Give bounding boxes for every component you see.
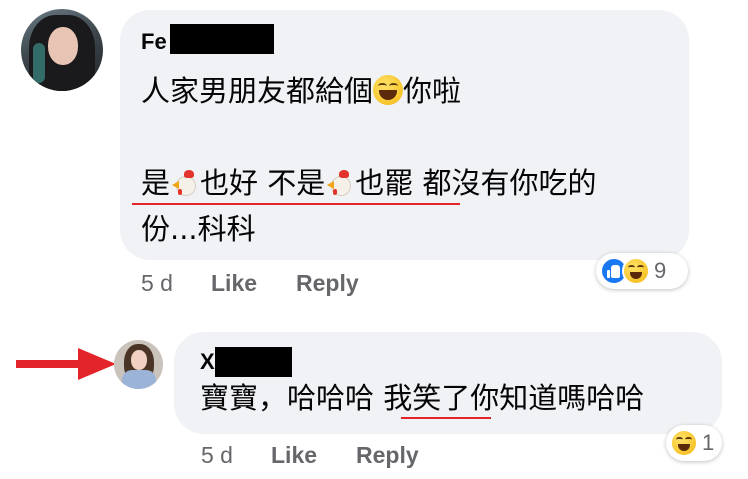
reply-author-name[interactable]: X <box>200 349 215 375</box>
haha-icon <box>622 257 650 285</box>
comment-text-part: 也好 不是 <box>200 166 326 200</box>
comment-reply-button[interactable]: Reply <box>296 270 359 297</box>
comment-text-part: 人家男朋友都給個 <box>141 74 374 108</box>
comment-timestamp[interactable]: 5 d <box>141 270 173 297</box>
reply-reactions[interactable]: 1 <box>666 425 722 461</box>
comment-like-button[interactable]: Like <box>211 270 257 297</box>
red-arrow-annotation <box>16 348 116 380</box>
haha-icon <box>670 429 698 457</box>
reply-reply-button[interactable]: Reply <box>356 442 419 469</box>
chicken-emoji-icon <box>170 167 200 197</box>
redaction-bar <box>170 24 274 54</box>
red-underline-annotation <box>132 203 460 205</box>
reply-text-part: 寶寶，哈哈哈 <box>200 381 384 415</box>
reply-timestamp[interactable]: 5 d <box>201 442 233 469</box>
reply-text: 寶寶，哈哈哈 我笑了你知道嗎哈哈 <box>200 380 644 416</box>
comment-text-line-2: 是也好 不是 也罷 都沒有你吃的 <box>141 165 596 201</box>
laughing-emoji-icon <box>373 75 404 105</box>
reply-text-part: 你知道嗎哈哈 <box>470 381 645 415</box>
comment-text-part: 你啦 <box>403 74 462 108</box>
red-underline-annotation <box>401 417 491 419</box>
replier-avatar[interactable] <box>114 340 163 389</box>
avatar-body <box>122 370 156 389</box>
comment-text-part: 也罷 都沒有你吃的 <box>355 166 597 200</box>
comment-text-part: 是 <box>141 166 171 200</box>
reply-text-part: 我笑了 <box>383 381 471 415</box>
chicken-emoji-icon <box>325 167 355 197</box>
reaction-count: 9 <box>654 258 667 283</box>
commenter-avatar[interactable] <box>21 9 103 91</box>
redaction-bar <box>215 347 292 377</box>
comment-text-line-1: 人家男朋友都給個 你啦 <box>141 73 461 109</box>
avatar-face <box>48 27 78 65</box>
avatar-face <box>131 350 147 370</box>
avatar-hair-highlight <box>33 43 45 83</box>
reaction-count: 1 <box>702 430 715 455</box>
reply-like-button[interactable]: Like <box>271 442 317 469</box>
comment-reactions[interactable]: 9 <box>596 253 688 289</box>
comment-author-name[interactable]: Fe <box>141 29 167 55</box>
comment-text-line-3: 份...科科 <box>141 212 256 246</box>
